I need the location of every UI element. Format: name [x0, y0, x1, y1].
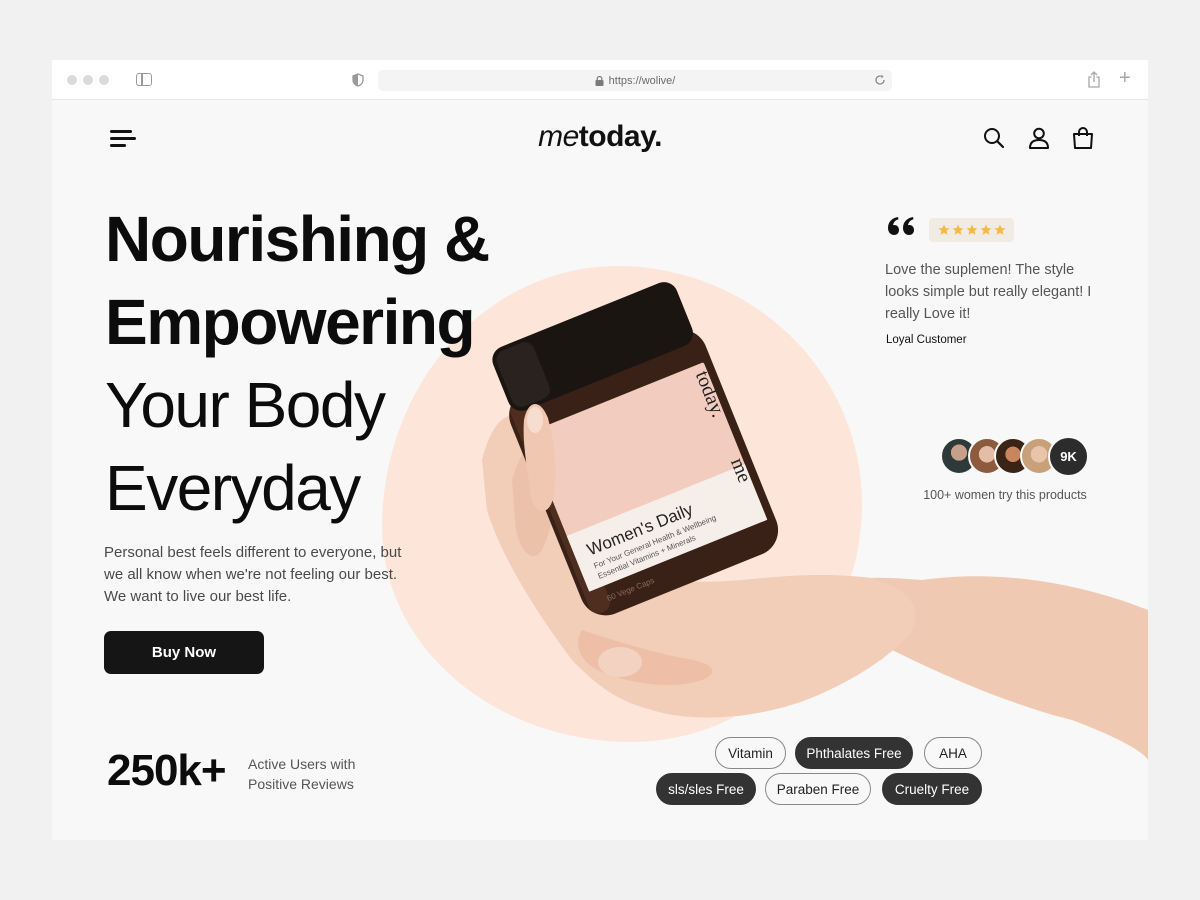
hero-title-line3: Your Body — [105, 369, 386, 441]
shield-icon[interactable] — [352, 73, 364, 87]
user-icon[interactable] — [1027, 126, 1051, 150]
hero-title-line1: Nourishing & — [105, 203, 490, 275]
active-users-label: Active Users with Positive Reviews — [248, 756, 356, 792]
logo-bold-part: today. — [578, 120, 663, 153]
avatars-caption: 100+ women try this products — [923, 488, 1087, 502]
browser-window: https://wolive/ + metoday. Women's Daily… — [52, 60, 1148, 840]
browser-toolbar: https://wolive/ + — [52, 60, 1148, 100]
reload-icon[interactable] — [874, 74, 886, 86]
star-icon — [952, 224, 963, 235]
hero-description: Personal best feels different to everyon… — [104, 544, 402, 605]
sidebar-toggle-icon[interactable] — [136, 73, 152, 86]
share-icon[interactable] — [1087, 71, 1101, 88]
hero-title-line2: Empowering — [105, 286, 476, 358]
hero-title-line4: Everyday — [105, 452, 361, 524]
tag-vitamin[interactable]: Vitamin — [715, 737, 786, 769]
tag-sls-sles-free[interactable]: sls/sles Free — [656, 773, 756, 805]
url-text: https://wolive/ — [608, 74, 676, 87]
star-icon — [994, 224, 1005, 235]
window-close-dot[interactable] — [67, 75, 77, 85]
tag-phthalates-free[interactable]: Phthalates Free — [795, 737, 913, 769]
tag-paraben-free[interactable]: Paraben Free — [765, 773, 871, 805]
shopping-bag-icon[interactable] — [1071, 126, 1095, 150]
lock-icon — [595, 75, 604, 86]
search-icon[interactable] — [982, 126, 1006, 150]
star-icon — [966, 224, 977, 235]
avatar-count-badge: 9K — [1048, 436, 1089, 477]
window-minimize-dot[interactable] — [83, 75, 93, 85]
active-users-count: 250k+ — [107, 746, 227, 795]
quote-icon — [888, 217, 914, 235]
star-icon — [938, 224, 949, 235]
review-author: Loyal Customer — [886, 334, 967, 346]
star-icon — [980, 224, 991, 235]
customer-avatars: 9K — [940, 436, 1092, 477]
buy-now-button[interactable]: Buy Now — [104, 631, 264, 674]
address-bar[interactable]: https://wolive/ — [378, 70, 892, 91]
hero-headline: Nourishing & Empowering Your Body Everyd… — [105, 198, 490, 530]
logo-light-part: me — [538, 120, 579, 153]
window-maximize-dot[interactable] — [99, 75, 109, 85]
rating-stars — [929, 218, 1014, 242]
new-tab-icon[interactable]: + — [1119, 68, 1131, 88]
tag-aha[interactable]: AHA — [924, 737, 982, 769]
review-text: Love the suplemen! The style looks simpl… — [885, 262, 1092, 322]
tag-cruelty-free[interactable]: Cruelty Free — [882, 773, 982, 805]
